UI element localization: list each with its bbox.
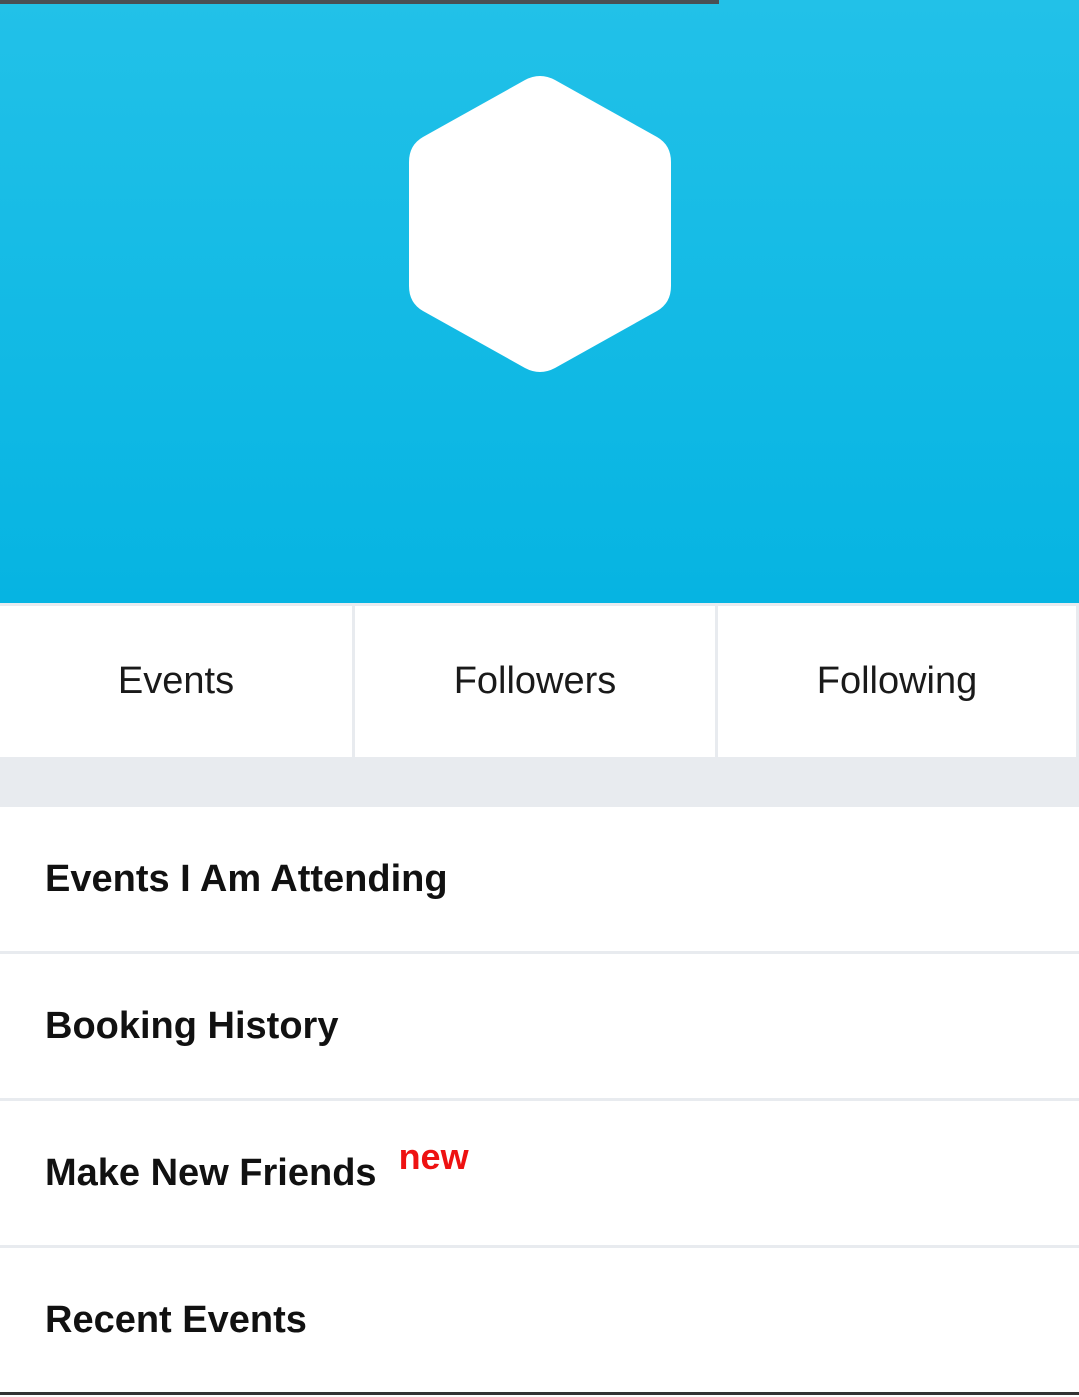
profile-stats-bar: Events Followers Following bbox=[0, 603, 1079, 757]
profile-header bbox=[0, 0, 1079, 603]
following-tab-label: Following bbox=[816, 660, 978, 702]
loading-progress-bar bbox=[0, 0, 1079, 4]
events-tab[interactable]: Events bbox=[0, 606, 352, 757]
menu-item-label: Events I Am Attending bbox=[45, 857, 448, 900]
menu-item-events-attending[interactable]: Events I Am Attending bbox=[0, 807, 1079, 954]
menu-item-booking-history[interactable]: Booking History bbox=[0, 954, 1079, 1101]
followers-tab[interactable]: Followers bbox=[355, 606, 715, 757]
section-divider bbox=[0, 757, 1079, 807]
events-tab-label: Events bbox=[117, 660, 235, 702]
loading-progress-fill bbox=[0, 0, 719, 4]
followers-tab-label: Followers bbox=[453, 660, 617, 702]
menu-item-label: Booking History bbox=[45, 1004, 339, 1047]
menu-item-make-new-friends[interactable]: Make New Friends new bbox=[0, 1101, 1079, 1248]
new-badge: new bbox=[398, 1136, 469, 1177]
profile-menu-list: Events I Am Attending Booking History Ma… bbox=[0, 807, 1079, 1395]
following-tab[interactable]: Following bbox=[718, 606, 1076, 757]
menu-item-label: Make New Friends bbox=[45, 1151, 377, 1194]
hexagon-avatar-icon[interactable] bbox=[405, 74, 675, 374]
menu-item-label: Recent Events bbox=[45, 1298, 307, 1341]
menu-item-recent-events[interactable]: Recent Events bbox=[0, 1248, 1079, 1395]
